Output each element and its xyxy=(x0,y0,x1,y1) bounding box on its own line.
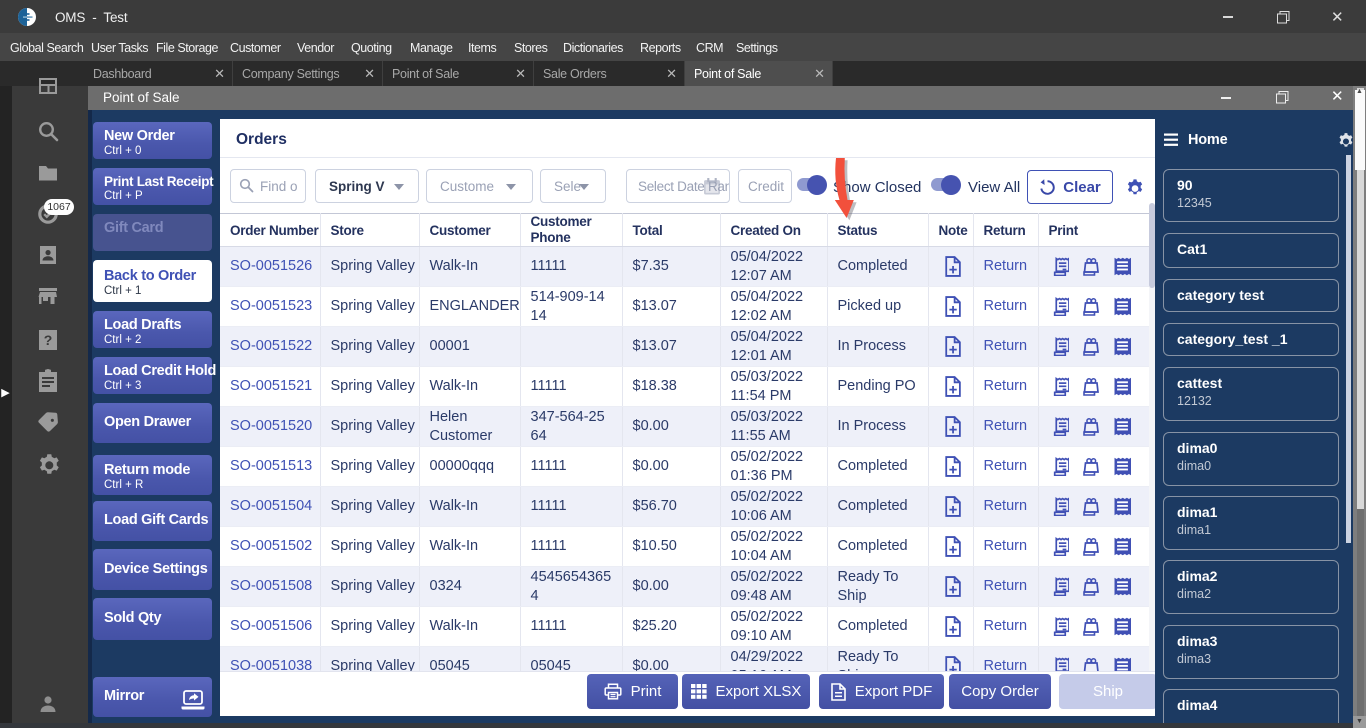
svg-text:?: ? xyxy=(44,332,53,348)
